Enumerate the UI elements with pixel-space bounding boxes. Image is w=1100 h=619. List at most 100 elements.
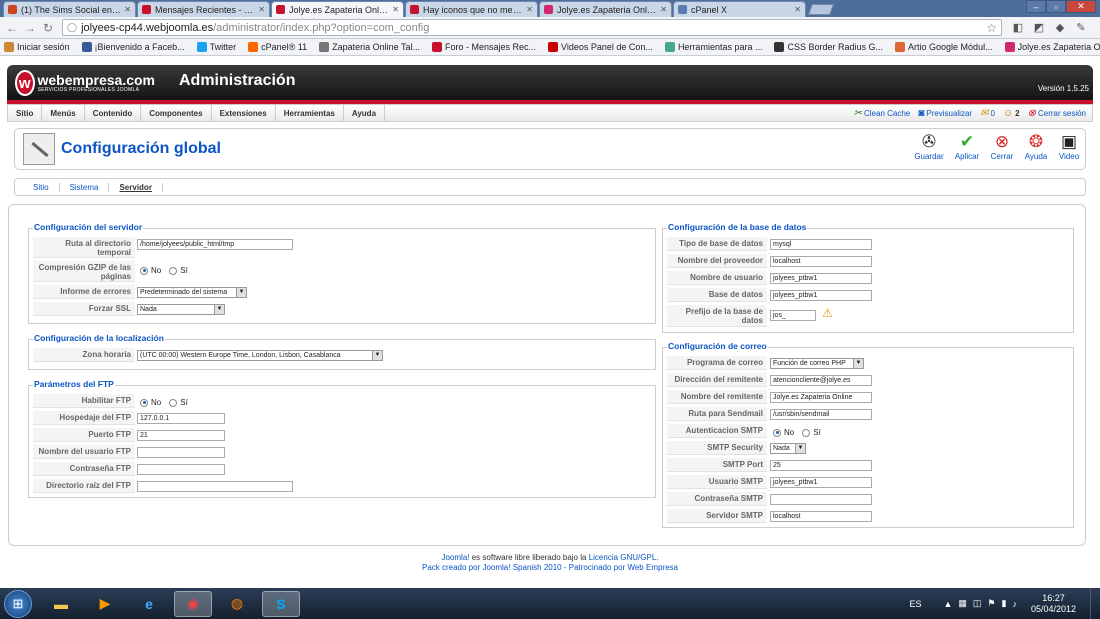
preview-link[interactable]: ◙ Previsualizar: [918, 108, 972, 119]
brand-logo[interactable]: w webempresa.com SERVICIOS PROFESIONALES …: [15, 69, 155, 97]
tray-app-icon[interactable]: ◫: [973, 598, 982, 609]
browser-tab[interactable]: cPanel X ✕: [673, 1, 806, 17]
save-button[interactable]: ✇ Guardar: [913, 132, 945, 161]
close-tab-icon[interactable]: ✕: [258, 5, 265, 14]
bookmark-item[interactable]: cPanel® 11: [248, 42, 307, 52]
smtp-auth-yes-radio[interactable]: [802, 428, 811, 437]
menu-item-ayuda[interactable]: Ayuda: [344, 105, 386, 121]
extension-icon[interactable]: ◩: [1031, 21, 1047, 35]
network-icon[interactable]: ▮: [1002, 598, 1007, 609]
logout-link[interactable]: ⊗ Cerrar sesión: [1028, 108, 1086, 119]
browser-tab[interactable]: Mensajes Recientes - webe ✕: [137, 1, 270, 17]
menu-item-contenido[interactable]: Contenido: [85, 105, 142, 121]
from-email-input[interactable]: atencioncliente@jolye.es: [770, 375, 872, 386]
tray-app-icon[interactable]: ▦: [958, 598, 967, 609]
taskbar-skype[interactable]: S: [262, 590, 300, 617]
close-tab-icon[interactable]: ✕: [124, 5, 131, 14]
language-indicator[interactable]: ES: [909, 599, 921, 609]
ftp-yes-radio[interactable]: [169, 398, 178, 407]
bookmark-item[interactable]: Videos Panel de Con...: [548, 42, 653, 52]
wrench-icon[interactable]: ✎: [1073, 21, 1089, 35]
smtp-user-input[interactable]: jolyees_ptbw1: [770, 477, 872, 488]
smtp-port-input[interactable]: 25: [770, 460, 872, 471]
tab-servidor[interactable]: Servidor: [109, 182, 163, 192]
messages-count[interactable]: ✉ 0: [980, 108, 995, 119]
db-host-input[interactable]: localhost: [770, 256, 872, 267]
bookmark-item[interactable]: Iniciar sesión: [4, 42, 70, 52]
taskbar-explorer[interactable]: ▬: [42, 591, 80, 617]
bookmark-item[interactable]: Twitter: [196, 42, 236, 52]
show-desktop-button[interactable]: [1090, 588, 1100, 619]
new-tab-button[interactable]: [807, 4, 835, 15]
bookmark-item[interactable]: CSS Border Radius G...: [774, 42, 883, 52]
ftp-no-radio[interactable]: [140, 398, 148, 407]
gzip-no-radio[interactable]: [140, 266, 148, 275]
maximize-icon[interactable]: ▫: [1046, 0, 1066, 13]
close-window-icon[interactable]: ✕: [1066, 0, 1096, 13]
close-button[interactable]: ⊗ Cerrar: [986, 132, 1018, 161]
sendmail-path-input[interactable]: /usr/sbin/sendmail: [770, 409, 872, 420]
db-type-input[interactable]: mysql: [770, 239, 872, 250]
video-button[interactable]: ▣ Video: [1053, 132, 1085, 161]
tab-sistema[interactable]: Sistema: [60, 182, 110, 192]
flag-icon[interactable]: ⚑: [987, 598, 995, 609]
web-empresa-link[interactable]: Web Empresa: [627, 563, 678, 572]
mailer-select[interactable]: Función de correo PHP ▼: [770, 358, 864, 369]
volume-icon[interactable]: ♪: [1012, 599, 1017, 609]
smtp-host-input[interactable]: localhost: [770, 511, 872, 522]
gzip-yes-radio[interactable]: [169, 266, 178, 275]
db-user-input[interactable]: jolyees_ptbw1: [770, 273, 872, 284]
menu-item-herramientas[interactable]: Herramientas: [276, 105, 344, 121]
from-name-input[interactable]: Jolye.es Zapateria Online: [770, 392, 872, 403]
tab-sitio[interactable]: Sitio: [23, 182, 60, 192]
start-button[interactable]: ⊞: [4, 589, 32, 618]
browser-tab[interactable]: Jolye.es Zapateria Online X ✕: [539, 1, 672, 17]
bookmark-item[interactable]: Artio Google Módul...: [895, 42, 993, 52]
license-link[interactable]: Licencia GNU/GPL: [589, 553, 657, 562]
close-tab-icon[interactable]: ✕: [392, 5, 399, 14]
error-report-select[interactable]: Predeterminado del sistema ▼: [137, 287, 247, 298]
browser-tab[interactable]: (1) The Sims Social en Faceb✕: [3, 1, 136, 17]
timezone-select[interactable]: (UTC 00:00) Western Europe Time, London,…: [137, 350, 383, 361]
ftp-password-input[interactable]: [137, 464, 225, 475]
bookmark-item[interactable]: Herramientas para ...: [664, 42, 762, 52]
extension-icon[interactable]: ◆: [1052, 21, 1068, 35]
address-bar[interactable]: ◯ jolyees-cp44.webjoomla.es/administrato…: [62, 19, 1002, 36]
db-prefix-input[interactable]: jos_: [770, 310, 816, 321]
taskbar-media-player[interactable]: ▶: [86, 591, 124, 617]
minimize-icon[interactable]: –: [1026, 0, 1046, 13]
browser-tab[interactable]: Jolye.es Zapateria Online X ✕: [271, 1, 404, 17]
menu-item-sitio[interactable]: Sitio: [8, 105, 43, 121]
menu-item-componentes[interactable]: Componentes: [141, 105, 212, 121]
menu-item-extensiones[interactable]: Extensiones: [212, 105, 276, 121]
smtp-auth-no-radio[interactable]: [773, 428, 781, 437]
temp-path-input[interactable]: /home/jolyees/public_html/tmp: [137, 239, 293, 250]
bookmark-item[interactable]: Zapateria Online Tal...: [319, 42, 420, 52]
help-button[interactable]: ❂ Ayuda: [1020, 132, 1052, 161]
ftp-user-input[interactable]: [137, 447, 225, 458]
smtp-security-select[interactable]: Nada ▼: [770, 443, 806, 454]
close-tab-icon[interactable]: ✕: [660, 5, 667, 14]
joomla-link[interactable]: Joomla!: [441, 553, 469, 562]
tray-arrow-icon[interactable]: ▲: [943, 599, 952, 609]
joomla-spanish-link[interactable]: Joomla! Spanish 2010: [482, 563, 561, 572]
clock[interactable]: 16:27 05/04/2012: [1031, 593, 1076, 615]
ftp-root-input[interactable]: [137, 481, 293, 492]
menu-item-menus[interactable]: Menús: [42, 105, 85, 121]
close-tab-icon[interactable]: ✕: [794, 5, 801, 14]
bookmark-item[interactable]: Foro - Mensajes Rec...: [432, 42, 536, 52]
browser-tab[interactable]: Hay iconos que no me sale ✕: [405, 1, 538, 17]
db-name-input[interactable]: jolyees_ptbw1: [770, 290, 872, 301]
apply-button[interactable]: ✔ Aplicar: [951, 132, 983, 161]
clean-cache-link[interactable]: ✂ Clean Cache: [854, 108, 911, 119]
bookmark-item[interactable]: Jolye.es Zapateria O...: [1004, 42, 1100, 52]
back-icon[interactable]: ←: [4, 20, 20, 36]
ftp-port-input[interactable]: 21: [137, 430, 225, 441]
smtp-password-input[interactable]: [770, 494, 872, 505]
bookmark-item[interactable]: ¡Bienvenido a Faceb...: [81, 42, 185, 52]
taskbar-chrome[interactable]: ◉: [174, 590, 212, 617]
close-tab-icon[interactable]: ✕: [526, 5, 533, 14]
taskbar-internet-explorer[interactable]: e: [130, 591, 168, 617]
bookmark-star-icon[interactable]: ☆: [986, 21, 997, 35]
force-ssl-select[interactable]: Nada ▼: [137, 304, 225, 315]
